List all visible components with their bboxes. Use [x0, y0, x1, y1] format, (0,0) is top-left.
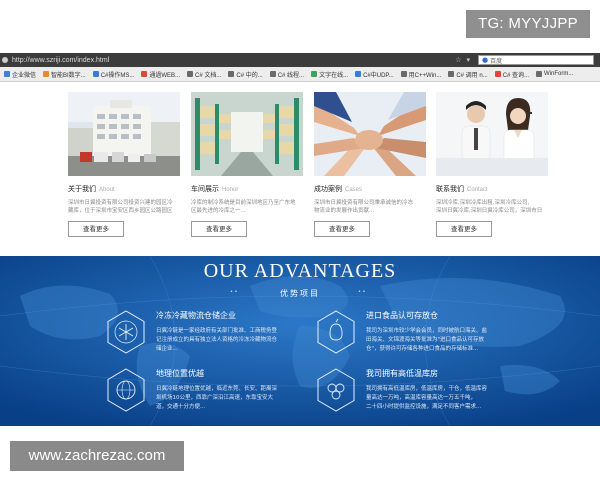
bookmark-favicon-icon: [187, 71, 194, 77]
advantage-description: 我司为深圳市较少学会会员，同时被航口海关、盐 田海关、文锦渡海关等批准为"进口食品…: [366, 328, 488, 352]
advantage-description: 我司拥有高低温库房，低温库房，干仓，低温库容 量高达一万吨，高温库容量高达一万五千…: [366, 386, 488, 410]
bookmark-label: WinForm...: [544, 71, 574, 77]
star-icon[interactable]: ☆: [455, 56, 461, 64]
bookmark-favicon-icon: [43, 71, 50, 77]
bookmark-favicon-icon: [4, 71, 10, 77]
advantages-subtitle: 优势项目: [280, 289, 320, 298]
bookmark-item[interactable]: 企业微信: [4, 70, 36, 79]
card-cases: 成功案例 Cases 深圳市日冀投资有限公司秉承诚信的冷冻 物流业的发展作出贡献..…: [314, 92, 426, 237]
card-contact: 联系我们 Contact 深圳冷库,深圳冷库出租,深圳冷库公司, 深圳日冀冷库,深圳…: [436, 92, 548, 237]
card-title: 关于我们 About: [68, 185, 115, 193]
webpage-content: 关于我们 About 深圳市日冀投资有限公司投资兴建的园区冷 藏库，位于深圳市宝安区…: [0, 82, 600, 426]
bookmark-favicon-icon: [311, 71, 318, 77]
bookmark-label: 通過WEB...: [149, 72, 181, 79]
card-description: 深圳市日冀投资有限公司投资兴建的园区冷 藏库，位于深圳市宝安区西乡园区公路园区: [68, 200, 173, 214]
view-more-button[interactable]: 查看更多: [436, 221, 492, 237]
advantage-title: 我司拥有高低温库房: [366, 369, 438, 378]
bookmark-favicon-icon: [269, 71, 276, 77]
globe-hex-icon: [107, 368, 145, 412]
advantage-item: 进口食品认可存放仓 我司为深圳市较少学会会员，同时被航口海关、盐 田海关、文锦渡海…: [316, 310, 566, 370]
advantages-title: OUR ADVANTAGES: [203, 260, 397, 282]
search-box[interactable]: ● 百度: [478, 55, 594, 65]
bookmark-label: C# 调用 n...: [456, 72, 488, 79]
bookmark-item[interactable]: 文字在线...: [311, 70, 348, 79]
customer-service-image: [436, 92, 548, 176]
bookmarks-bar: 企业微信 智能BI数字... C#操作MS... 通過WEB... C# 文档... C#…: [0, 67, 600, 82]
bookmark-label: C#中UDP...: [363, 72, 394, 79]
baidu-icon: ●: [482, 56, 489, 64]
bookmark-item[interactable]: C# 查询...: [494, 70, 530, 79]
address-bar: http://www.szriji.com/index.html ☆ ▾ ● 百…: [0, 53, 600, 67]
site-favicon-icon: [2, 57, 8, 63]
card-description: 深圳冷库,深圳冷库出租,深圳冷库公司, 深圳日冀冷库,深圳日冀冷库公司，深圳市日: [436, 200, 543, 214]
bookmark-label: C# 中的...: [236, 72, 263, 79]
bookmark-item[interactable]: 用C++Win...: [400, 70, 442, 79]
bookmark-favicon-icon: [92, 71, 99, 77]
bookmark-label: 文字在线...: [319, 72, 349, 79]
bookmark-label: 企业微信: [12, 72, 37, 79]
address-tools: ☆ ▾: [455, 56, 470, 64]
view-more-button[interactable]: 查看更多: [68, 221, 124, 237]
advantages-section: OUR ADVANTAGES • • 优势项目 • • 冷冻冷藏物流仓储企业 日…: [0, 256, 600, 426]
bookmark-item[interactable]: C# 线程...: [269, 70, 305, 79]
title-dots-right: • •: [358, 289, 366, 295]
card-title: 成功案例 Cases: [314, 185, 363, 193]
bookmark-label: C# 查询...: [502, 72, 530, 79]
bookmark-label: C#操作MS...: [100, 72, 135, 79]
advantage-title: 进口食品认可存放仓: [366, 311, 438, 320]
tg-label: TG: MYYJJPP: [466, 10, 590, 38]
bookmark-item[interactable]: C# 文档...: [187, 70, 221, 79]
bookmark-favicon-icon: [400, 71, 407, 77]
info-cards: 关于我们 About 深圳市日冀投资有限公司投资兴建的园区冷 藏库，位于深圳市宝安区…: [68, 92, 548, 258]
bookmark-label: 智能BI数字...: [51, 72, 86, 79]
bookmark-item[interactable]: 智能BI数字...: [43, 70, 86, 79]
view-more-button[interactable]: 查看更多: [314, 221, 370, 237]
bookmark-label: C# 文档...: [195, 72, 222, 79]
bookmark-label: 用C++Win...: [408, 72, 442, 79]
about-building-image: [68, 92, 180, 176]
bookmark-item[interactable]: 通過WEB...: [141, 70, 180, 79]
card-title: 联系我们 Contact: [436, 185, 488, 193]
card-description: 冷库的制冷系统是目前深圳地区乃至广东地 区最先进的冷库之一...: [191, 200, 296, 214]
bookmark-item[interactable]: C# 调用 n...: [448, 70, 488, 79]
bookmark-item[interactable]: C#中UDP...: [355, 70, 394, 79]
chevron-down-icon[interactable]: ▾: [466, 56, 470, 64]
view-more-button[interactable]: 查看更多: [191, 221, 247, 237]
advantage-title: 冷冻冷藏物流仓储企业: [156, 311, 236, 320]
bookmark-favicon-icon: [494, 71, 501, 77]
advantage-title: 地理位置优越: [156, 369, 204, 378]
bookmark-favicon-icon: [141, 71, 148, 77]
bookmark-item[interactable]: WinForm...: [536, 71, 573, 77]
temperature-hex-icon: [317, 368, 355, 412]
card-description: 深圳市日冀投资有限公司秉承诚信的冷冻 物流业的发展作出贡献...: [314, 200, 414, 214]
joined-hands-image: [314, 92, 426, 176]
search-placeholder: 百度: [490, 57, 503, 65]
url-field[interactable]: http://www.szriji.com/index.html: [12, 57, 455, 64]
card-workshop: 车间展示 Honor 冷库的制冷系统是目前深圳地区乃至广东地 区最先进的冷库之一..…: [191, 92, 303, 237]
bookmark-item[interactable]: C# 中的...: [228, 70, 263, 79]
card-about: 关于我们 About 深圳市日冀投资有限公司投资兴建的园区冷 藏库，位于深圳市宝安区…: [68, 92, 180, 237]
watermark-label: www.zachrezac.com: [10, 441, 184, 471]
bookmark-favicon-icon: [448, 71, 455, 77]
warehouse-shelves-image: [191, 92, 303, 176]
bookmark-favicon-icon: [536, 71, 543, 77]
snowflake-hex-icon: [107, 310, 145, 354]
bookmark-item[interactable]: C#操作MS...: [92, 70, 135, 79]
import-food-hex-icon: [317, 310, 355, 354]
bookmark-label: C# 线程...: [277, 72, 305, 79]
bookmark-favicon-icon: [228, 71, 235, 77]
advantage-item: 我司拥有高低温库房 我司拥有高低温库房，低温库房，干仓，低温库容 量高达一万吨，高…: [316, 368, 566, 426]
bookmark-favicon-icon: [355, 71, 362, 77]
card-title: 车间展示 Honor: [191, 185, 239, 193]
